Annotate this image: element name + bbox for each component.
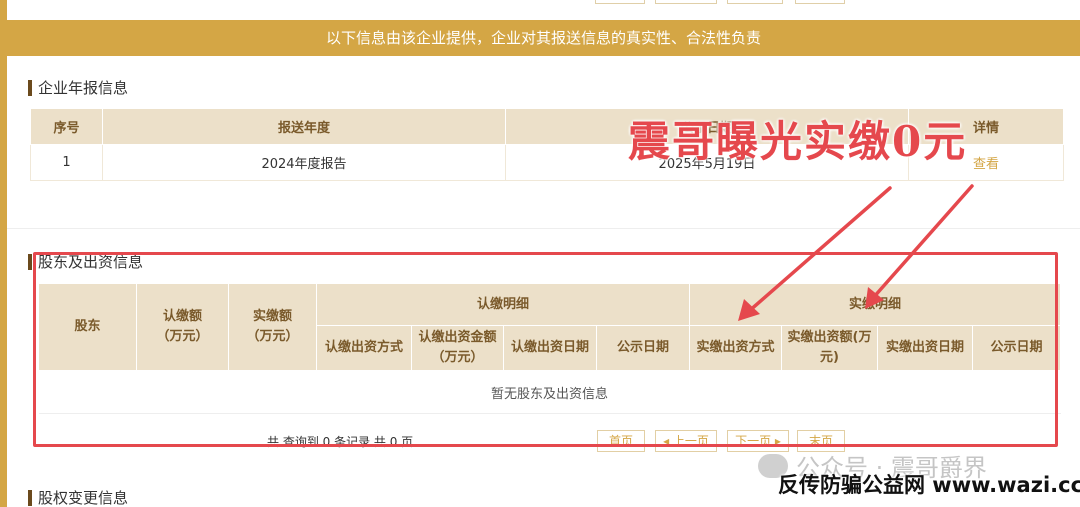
disclaimer-banner: 以下信息由该企业提供，企业对其报送信息的真实性、合法性负责 <box>7 20 1080 56</box>
header-report-year: 报送年度 <box>102 108 506 145</box>
prev-page-button[interactable]: ◂ 上一页 <box>655 430 717 452</box>
header-sub-publish-date: 公示日期 <box>595 325 691 371</box>
watermark-site: 反传防骗公益网 www.wazi.cc <box>778 473 1080 497</box>
annotation-title: 震哥曝光实缴0元 <box>628 117 968 166</box>
table-empty-row: 暂无股东及出资信息 <box>38 370 1061 414</box>
empty-message: 暂无股东及出资信息 <box>38 370 1061 414</box>
top-button[interactable] <box>727 0 783 4</box>
shareholder-section-title: 股东及出资信息 <box>28 252 143 272</box>
equity-change-section-title: 股权变更信息 <box>28 488 128 507</box>
header-sub-method: 认缴出资方式 <box>316 325 412 371</box>
first-page-button[interactable]: 首页 <box>597 430 645 452</box>
top-button[interactable] <box>655 0 717 4</box>
next-page-label: 下一页 <box>735 434 772 448</box>
chevron-left-icon: ◂ <box>663 434 673 448</box>
header-subscribed-amount: 认缴额 （万元） <box>136 283 229 371</box>
annual-report-section-title: 企业年报信息 <box>28 78 128 98</box>
section-marker <box>28 80 32 96</box>
top-button[interactable] <box>795 0 845 4</box>
header-sub-amount: 认缴出资金额 （万元） <box>411 325 504 371</box>
header-paid-method: 实缴出资方式 <box>689 325 783 371</box>
header-index: 序号 <box>30 108 103 145</box>
pagination-info: 共 查询到 0 条记录 共 0 页 <box>267 435 414 449</box>
header-paid-publish-date: 公示日期 <box>972 325 1062 371</box>
header-paid-detail: 实缴明细 <box>689 283 1062 326</box>
row-report-year: 2024年度报告 <box>102 144 506 181</box>
header-paid-amount-detail: 实缴出资额(万 元) <box>781 325 879 371</box>
top-toolbar-remnant <box>0 0 1080 20</box>
arrow-line <box>871 184 974 300</box>
shareholder-table: 股东 认缴额 （万元） 实缴额 （万元） 认缴明细 实缴明细 认缴出资方式 认缴… <box>38 283 1062 414</box>
shareholder-title: 股东及出资信息 <box>38 253 144 271</box>
view-report-link[interactable]: 查看 <box>973 157 999 172</box>
header-shareholder: 股东 <box>38 283 137 371</box>
header-subscription-detail: 认缴明细 <box>315 283 691 326</box>
chevron-right-icon: ▸ <box>771 434 781 448</box>
section-marker <box>28 254 32 270</box>
section-marker <box>28 490 32 506</box>
annual-report-title: 企业年报信息 <box>38 79 129 97</box>
row-index: 1 <box>30 144 103 181</box>
table-header-row: 股东 认缴额 （万元） 实缴额 （万元） 认缴明细 实缴明细 <box>38 283 1062 371</box>
header-paid-date: 实缴出资日期 <box>877 325 974 371</box>
header-paid-amount: 实缴额 （万元） <box>228 283 317 371</box>
header-sub-date: 认缴出资日期 <box>503 325 597 371</box>
top-button[interactable] <box>595 0 645 4</box>
prev-page-label: 上一页 <box>672 434 709 448</box>
section-divider <box>7 228 1080 229</box>
equity-change-title: 股权变更信息 <box>38 489 129 507</box>
